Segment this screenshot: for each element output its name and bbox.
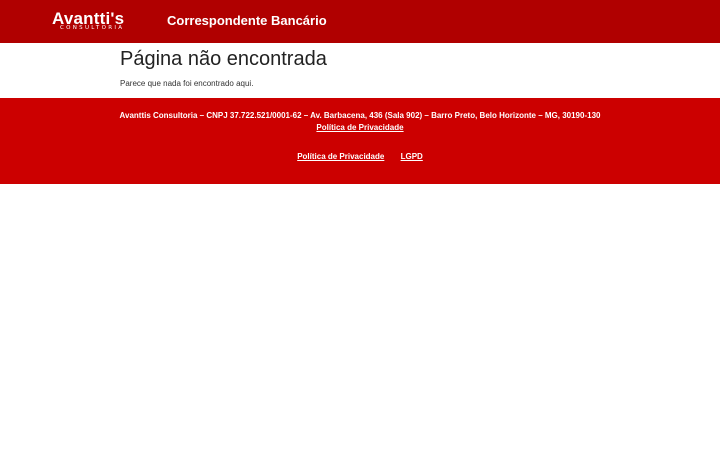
- footer-info-link-row: Política de Privacidade: [0, 123, 720, 133]
- site-title-link[interactable]: Correspondente Bancário: [167, 13, 327, 29]
- footer-lgpd-link[interactable]: LGPD: [401, 152, 423, 161]
- site-header: Avantti's CONSULTORIA Correspondente Ban…: [0, 0, 720, 43]
- site-footer: Avanttis Consultoria – CNPJ 37.722.521/0…: [0, 98, 720, 184]
- footer-privacy-policy-link[interactable]: Política de Privacidade: [297, 152, 384, 161]
- footer-company-info: Avanttis Consultoria – CNPJ 37.722.521/0…: [119, 111, 601, 120]
- page-title: Página não encontrada: [120, 48, 327, 70]
- footer-nav: Política de Privacidade LGPD: [0, 152, 720, 162]
- not-found-message: Parece que nada foi encontrado aqui.: [120, 79, 254, 88]
- logo-tagline: CONSULTORIA: [60, 25, 125, 31]
- main-content: Página não encontrada Parece que nada fo…: [0, 43, 720, 98]
- footer-privacy-policy-link-top[interactable]: Política de Privacidade: [316, 123, 403, 132]
- site-logo[interactable]: Avantti's CONSULTORIA: [52, 10, 140, 34]
